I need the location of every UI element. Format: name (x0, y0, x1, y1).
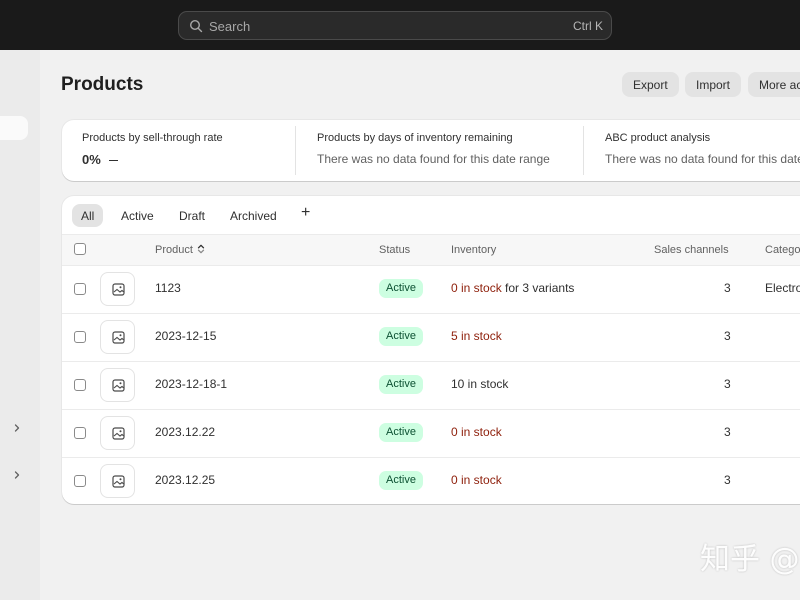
sales-channels-count: 3 (724, 329, 731, 343)
product-name[interactable]: 2023.12.22 (155, 425, 215, 439)
metric-title: Products by sell-through rate (82, 132, 223, 144)
inventory-value: 0 in stock for 3 variants (451, 281, 575, 295)
product-thumbnail (100, 320, 135, 354)
tab-all[interactable]: All (72, 204, 104, 227)
analytics-card: Products by sell-through rate 0% Product… (62, 120, 800, 181)
inventory-value: 0 in stock (451, 473, 502, 487)
export-button[interactable]: Export (622, 72, 679, 97)
metric-title: Products by days of inventory remaining (317, 132, 513, 144)
column-category[interactable]: Category (765, 244, 800, 256)
top-bar: Search Ctrl K (0, 0, 800, 50)
add-view-button[interactable]: + (301, 204, 310, 222)
chevron-right-icon[interactable] (12, 470, 22, 480)
table-row[interactable]: 2023.12.25 Active 0 in stock 3 (62, 457, 800, 504)
row-checkbox[interactable] (74, 475, 86, 487)
chevron-right-icon[interactable] (12, 423, 22, 433)
import-button[interactable]: Import (685, 72, 742, 97)
more-actions-button[interactable]: More actions (748, 72, 800, 97)
search-placeholder: Search (209, 19, 251, 34)
metric-empty-state: There was no data found for this date ra… (317, 152, 550, 166)
status-badge: Active (379, 375, 423, 394)
column-sales-channels[interactable]: Sales channels (654, 244, 729, 256)
status-badge: Active (379, 327, 423, 346)
divider (583, 126, 584, 175)
sales-channels-count: 3 (724, 281, 731, 295)
tab-active[interactable]: Active (112, 204, 163, 227)
tab-archived[interactable]: Archived (221, 204, 286, 227)
sales-channels-count: 3 (724, 425, 731, 439)
sales-channels-count: 3 (724, 377, 731, 391)
row-checkbox[interactable] (74, 427, 86, 439)
product-thumbnail (100, 368, 135, 402)
product-thumbnail (100, 464, 135, 498)
product-thumbnail (100, 416, 135, 450)
column-status[interactable]: Status (379, 244, 410, 256)
divider (295, 126, 296, 175)
table-row[interactable]: 1123 Active 0 in stock for 3 variants 3 … (62, 265, 800, 314)
category-value: Electronics (765, 281, 800, 295)
search-input[interactable]: Search Ctrl K (178, 11, 612, 40)
image-icon (112, 379, 125, 392)
sidebar-item-products[interactable] (0, 116, 28, 140)
product-name[interactable]: 2023.12.25 (155, 473, 215, 487)
sales-channels-count: 3 (724, 473, 731, 487)
table-row[interactable]: 2023.12.22 Active 0 in stock 3 (62, 409, 800, 458)
product-name[interactable]: 1123 (155, 281, 181, 295)
product-thumbnail (100, 272, 135, 306)
status-badge: Active (379, 471, 423, 490)
watermark: 知乎 @ (700, 542, 800, 577)
metric-value: 0% (82, 152, 118, 167)
table-row[interactable]: 2023-12-15 Active 5 in stock 3 (62, 313, 800, 362)
search-shortcut: Ctrl K (573, 19, 603, 33)
select-all-checkbox[interactable] (74, 243, 86, 255)
column-inventory[interactable]: Inventory (451, 244, 496, 256)
sidebar (0, 50, 40, 600)
image-icon (112, 427, 125, 440)
inventory-value: 0 in stock (451, 425, 502, 439)
search-icon (189, 19, 203, 33)
image-icon (112, 283, 125, 296)
image-icon (112, 475, 125, 488)
row-checkbox[interactable] (74, 379, 86, 391)
inventory-value: 10 in stock (451, 377, 509, 391)
table-header: Product Status Inventory Sales channels … (62, 234, 800, 266)
dash-icon (108, 160, 118, 162)
products-table-card: All Active Draft Archived + Product Stat… (62, 196, 800, 504)
image-icon (112, 331, 125, 344)
table-row[interactable]: 2023-12-18-1 Active 10 in stock 3 (62, 361, 800, 410)
row-checkbox[interactable] (74, 283, 86, 295)
status-badge: Active (379, 279, 423, 298)
sort-icon[interactable] (197, 244, 205, 254)
column-product[interactable]: Product (155, 244, 205, 256)
inventory-value: 5 in stock (451, 329, 502, 343)
row-checkbox[interactable] (74, 331, 86, 343)
metric-title: ABC product analysis (605, 132, 711, 144)
tab-draft[interactable]: Draft (170, 204, 214, 227)
metric-empty-state: There was no data found for this date ra… (605, 152, 800, 166)
product-name[interactable]: 2023-12-15 (155, 329, 216, 343)
product-name[interactable]: 2023-12-18-1 (155, 377, 227, 391)
page-title: Products (61, 74, 144, 95)
status-badge: Active (379, 423, 423, 442)
